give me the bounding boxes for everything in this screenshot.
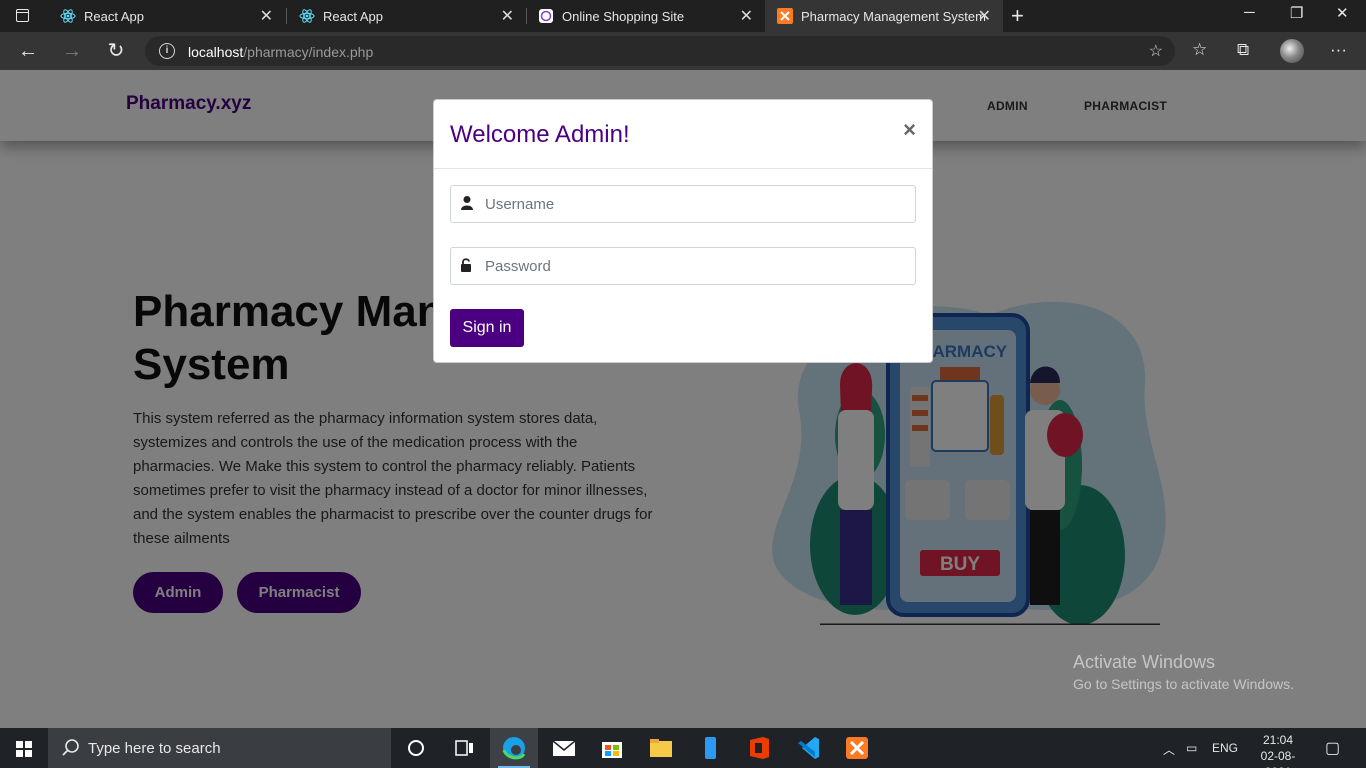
profile-avatar[interactable] (1280, 39, 1304, 63)
clock-time: 21:04 (1262, 733, 1294, 747)
taskbar-search-box[interactable]: Type here to search (48, 728, 391, 768)
add-favorite-icon[interactable]: ☆ (1149, 41, 1163, 61)
clock-date: 02-08-2021 (1260, 749, 1296, 768)
tab-close-icon[interactable]: ✕ (260, 6, 273, 26)
taskbar-search-placeholder: Type here to search (88, 740, 221, 757)
favorites-icon[interactable]: ☆ (1192, 40, 1207, 60)
show-hidden-icons-icon[interactable]: ︿ (1163, 741, 1175, 758)
activate-windows-subtitle: Go to Settings to activate Windows. (1073, 676, 1294, 692)
tab-title: Pharmacy Management System (801, 9, 986, 24)
site-icon (539, 9, 553, 23)
new-tab-icon[interactable]: + (1011, 3, 1024, 29)
tab-online-shopping[interactable]: Online Shopping Site ✕ (526, 0, 765, 32)
windows-taskbar: Type here to search ︿ ▭ ENG 21:04 02-08-… (0, 728, 1366, 768)
url-path: /pharmacy/index.php (243, 44, 374, 60)
forward-icon[interactable]: → (60, 39, 84, 63)
modal-title: Welcome Admin! (450, 121, 630, 148)
taskbar-clock[interactable]: 21:04 02-08-2021 (1249, 732, 1307, 768)
activate-windows-title: Activate Windows (1073, 652, 1216, 672)
tab-pharmacy-management[interactable]: Pharmacy Management System ✕ (765, 0, 1003, 32)
xampp-icon[interactable] (833, 728, 881, 768)
browser-toolbar: ← → ↻ i localhost/pharmacy/index.php ☆ ☆… (0, 32, 1366, 70)
edge-taskbar-app[interactable] (490, 728, 538, 768)
file-explorer-icon[interactable] (637, 728, 685, 768)
edge-icon (502, 737, 526, 760)
refresh-icon[interactable]: ↻ (104, 39, 128, 63)
search-icon (62, 739, 79, 756)
office-icon[interactable] (735, 728, 783, 768)
tab-close-icon[interactable]: ✕ (978, 6, 991, 26)
url-text[interactable]: localhost/pharmacy/index.php (188, 44, 373, 60)
battery-icon[interactable]: ▭ (1186, 741, 1197, 755)
tab-react-app-1[interactable]: React App ✕ (48, 0, 285, 32)
address-bar[interactable]: i localhost/pharmacy/index.php ☆ (145, 36, 1175, 66)
tab-close-icon[interactable]: ✕ (740, 6, 753, 26)
react-icon (60, 9, 76, 23)
cortana-icon[interactable] (392, 728, 440, 768)
react-icon (299, 9, 315, 23)
task-view-icon[interactable] (440, 728, 488, 768)
tab-close-icon[interactable]: ✕ (501, 6, 514, 26)
restore-icon[interactable]: ❐ (1290, 4, 1303, 22)
collections-icon[interactable]: ⧉ (1237, 40, 1249, 60)
site-info-icon[interactable]: i (159, 43, 175, 59)
tab-title: React App (84, 9, 144, 24)
phone-app-icon[interactable] (686, 728, 734, 768)
minimize-icon[interactable]: ─ (1244, 4, 1255, 21)
admin-login-modal: Welcome Admin! × Sign in (433, 99, 933, 363)
close-window-icon[interactable]: ✕ (1336, 4, 1349, 22)
url-host: localhost (188, 44, 244, 60)
tab-react-app-2[interactable]: React App ✕ (287, 0, 526, 32)
user-icon (461, 196, 473, 210)
sign-in-button[interactable]: Sign in (450, 309, 524, 347)
modal-close-button[interactable]: × (903, 117, 916, 143)
notifications-icon[interactable]: ▢ (1325, 738, 1340, 758)
password-input[interactable] (485, 249, 905, 283)
username-field[interactable] (450, 185, 916, 223)
xampp-icon (777, 8, 793, 24)
back-icon[interactable]: ← (16, 39, 40, 63)
unlock-icon (461, 258, 471, 272)
store-icon[interactable] (588, 728, 636, 768)
tab-title: Online Shopping Site (562, 9, 685, 24)
modal-header: Welcome Admin! × (434, 100, 932, 169)
tab-actions-icon[interactable] (10, 7, 36, 25)
username-input[interactable] (485, 187, 905, 221)
browser-tab-strip: React App ✕ React App ✕ Online Shopping … (0, 0, 1366, 32)
password-field[interactable] (450, 247, 916, 285)
language-indicator[interactable]: ENG (1212, 741, 1238, 755)
tab-title: React App (323, 9, 383, 24)
vscode-icon[interactable] (784, 728, 832, 768)
windows-start-icon[interactable] (0, 728, 48, 768)
mail-icon[interactable] (540, 728, 588, 768)
more-options-icon[interactable]: ··· (1330, 40, 1347, 60)
